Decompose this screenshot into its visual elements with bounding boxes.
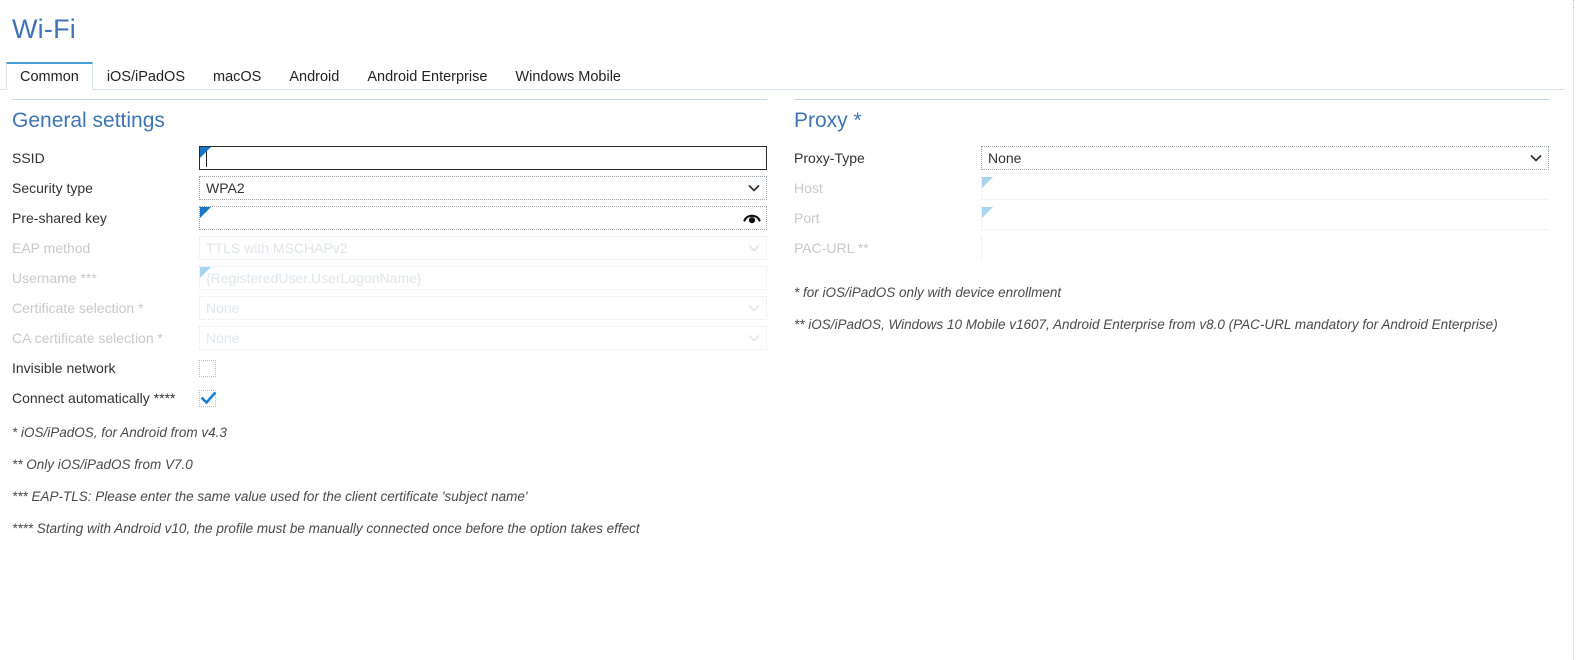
control-certificate-selection: None [199,296,767,320]
page-title: Wi-Fi [12,14,76,44]
label-security-type: Security type [12,180,93,196]
eye-icon[interactable] [742,208,762,228]
control-invisible-network [199,359,216,377]
label-connect-automatically: Connect automatically **** [12,390,176,406]
general-footnotes: * iOS/iPadOS, for Android from v4.3 ** O… [12,425,767,537]
proxy-type-select[interactable]: None [981,146,1549,170]
security-type-select[interactable]: WPA2 [199,176,767,200]
label-username: Username *** [12,270,97,286]
footnote-1: * iOS/iPadOS, for Android from v4.3 [12,425,227,440]
proxy-section-divider [794,99,1549,100]
row-eap-method: EAP method TTLS with MSCHAPv2 [12,233,767,263]
row-invisible-network: Invisible network [12,353,767,383]
tab-bar: Common iOS/iPadOS macOS Android Android … [0,62,1565,90]
label-ca-certificate-selection: CA certificate selection * [12,330,163,346]
control-pre-shared-key [199,206,767,230]
proxy-section-title: Proxy * [794,109,862,132]
pac-url-input [981,236,1549,260]
tab-ios-ipados[interactable]: iOS/iPadOS [93,62,199,90]
row-pac-url: PAC-URL ** [794,233,1549,263]
port-input [981,206,1549,230]
row-port: Port [794,203,1549,233]
tab-macos[interactable]: macOS [199,62,275,90]
security-type-value: WPA2 [206,180,245,196]
row-ca-certificate-selection: CA certificate selection * None [12,323,767,353]
row-certificate-selection: Certificate selection * None [12,293,767,323]
row-connect-automatically: Connect automatically **** [12,383,767,413]
label-certificate-selection: Certificate selection * [12,300,144,316]
eap-method-select: TTLS with MSCHAPv2 [199,236,767,260]
ssid-input[interactable] [199,146,767,170]
footnote-3: *** EAP-TLS: Please enter the same value… [12,489,528,504]
pre-shared-key-input[interactable] [199,206,767,230]
general-section-divider [12,99,767,100]
proxy-footnotes: * for iOS/iPadOS only with device enroll… [794,285,1549,333]
label-invisible-network: Invisible network [12,360,116,376]
tab-android-enterprise[interactable]: Android Enterprise [353,62,501,90]
control-proxy-type: None [981,146,1549,170]
control-security-type: WPA2 [199,176,767,200]
control-host [981,176,1549,200]
text-caret [206,150,207,167]
username-value: {RegisteredUser.UserLogonName} [206,270,422,286]
label-host: Host [794,180,823,196]
row-pre-shared-key: Pre-shared key [12,203,767,233]
page-right-edge [1573,0,1574,660]
proxy-footnote-1: * for iOS/iPadOS only with device enroll… [794,285,1062,300]
checkmark-icon [200,391,217,406]
host-input [981,176,1549,200]
row-username: Username *** {RegisteredUser.UserLogonNa… [12,263,767,293]
control-pac-url [981,236,1549,260]
footnote-2: ** Only iOS/iPadOS from V7.0 [12,457,193,472]
label-pac-url: PAC-URL ** [794,240,869,256]
invisible-network-checkbox[interactable] [199,359,216,377]
label-ssid: SSID [12,150,45,166]
footnote-4: **** Starting with Android v10, the prof… [12,521,640,536]
control-username: {RegisteredUser.UserLogonName} [199,266,767,290]
proxy-type-value: None [988,150,1022,166]
ca-certificate-selection-value: None [206,330,240,346]
row-ssid: SSID [12,143,767,173]
label-pre-shared-key: Pre-shared key [12,210,107,226]
control-ca-certificate-selection: None [199,326,767,350]
control-eap-method: TTLS with MSCHAPv2 [199,236,767,260]
tab-windows-mobile[interactable]: Windows Mobile [501,62,635,90]
ca-certificate-selection-select: None [199,326,767,350]
username-input: {RegisteredUser.UserLogonName} [199,266,767,290]
label-eap-method: EAP method [12,240,91,256]
certificate-selection-select: None [199,296,767,320]
row-security-type: Security type WPA2 [12,173,767,203]
connect-automatically-checkbox[interactable] [199,389,217,407]
control-ssid [199,146,767,170]
label-proxy-type: Proxy-Type [794,150,865,166]
certificate-selection-value: None [206,300,240,316]
row-proxy-type: Proxy-Type None [794,143,1549,173]
eap-method-value: TTLS with MSCHAPv2 [206,240,348,256]
general-section-title: General settings [12,109,165,132]
row-host: Host [794,173,1549,203]
control-connect-automatically [199,389,217,407]
tab-android[interactable]: Android [275,62,353,90]
proxy-column: Proxy * Proxy-Type None Host Port PAC-UR… [794,99,1549,349]
tab-common[interactable]: Common [6,62,93,90]
proxy-footnote-2: ** iOS/iPadOS, Windows 10 Mobile v1607, … [794,317,1498,332]
label-port: Port [794,210,820,226]
control-port [981,206,1549,230]
general-settings-column: General settings SSID Security type WPA2 [12,99,767,553]
